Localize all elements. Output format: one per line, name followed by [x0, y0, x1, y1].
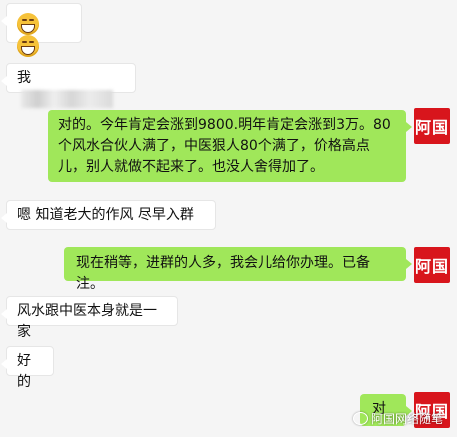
message-bubble-incoming[interactable]: 好的 — [1, 346, 54, 390]
contact-avatar[interactable]: 阿国 — [414, 108, 450, 144]
grin-emoji-icon — [17, 13, 39, 35]
avatar-text: 阿国 — [414, 118, 449, 137]
watermark: 阿国网络随笔 — [352, 410, 443, 427]
message-bubble-incoming[interactable]: 嗯 知道老大的作风 尽早入群 — [1, 200, 216, 230]
message-bubble-emoji[interactable] — [1, 3, 82, 57]
wechat-icon — [352, 412, 368, 425]
message-text: 对的。今年肯定会涨到9800.明年肯定会涨到3万。80个风水合伙人满了，中医狠人… — [58, 117, 391, 175]
avatar-text: 阿国 — [414, 257, 449, 276]
redacted-blur — [21, 90, 113, 108]
message-text: 风水跟中医本身就是一家 — [17, 303, 157, 340]
message-bubble-redacted[interactable]: 我 — [1, 63, 136, 108]
message-text: 我 — [17, 70, 31, 86]
contact-avatar[interactable]: 阿国 — [414, 247, 450, 283]
message-bubble-outgoing[interactable]: 现在稍等，进群的人多，我会儿给你办理。已备注。 — [64, 247, 412, 292]
message-text: 现在稍等，进群的人多，我会儿给你办理。已备注。 — [76, 255, 370, 292]
grin-emoji-icon — [17, 35, 39, 57]
message-text: 好的 — [17, 353, 31, 390]
watermark-text: 阿国网络随笔 — [370, 412, 443, 426]
message-bubble-outgoing[interactable]: 对的。今年肯定会涨到9800.明年肯定会涨到3万。80个风水合伙人满了，中医狠人… — [48, 110, 412, 182]
message-bubble-incoming[interactable]: 风水跟中医本身就是一家 — [1, 296, 178, 340]
message-text: 嗯 知道老大的作风 尽早入群 — [17, 207, 194, 223]
